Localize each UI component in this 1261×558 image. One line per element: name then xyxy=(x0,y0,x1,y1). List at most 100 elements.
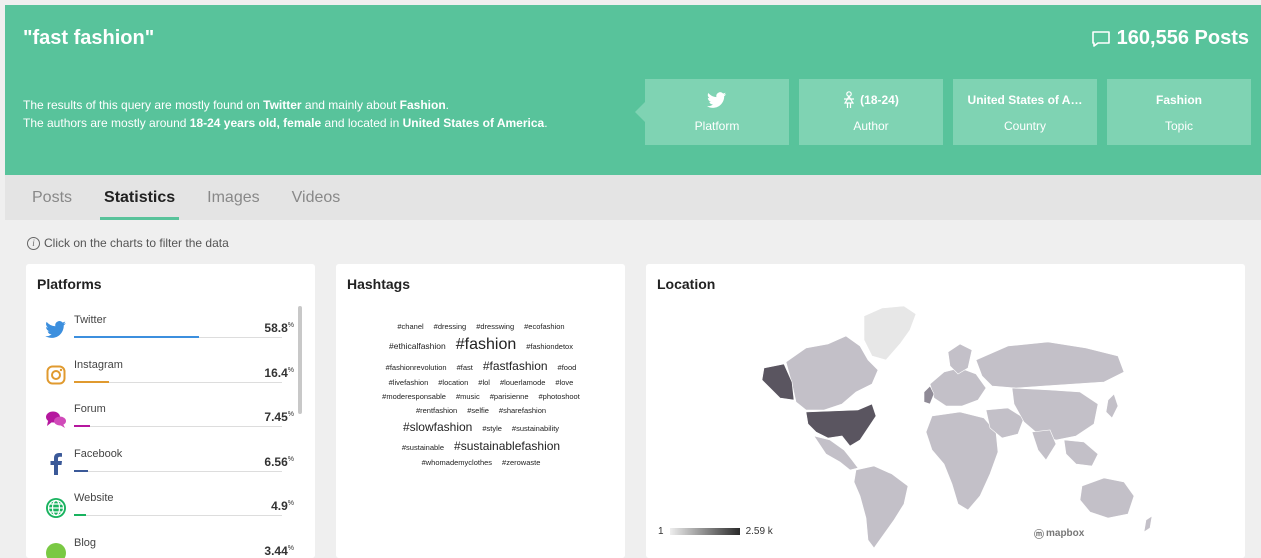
posts-count-text: 160,556 Posts xyxy=(1116,27,1249,49)
hashtag[interactable]: #moderesponsable xyxy=(382,392,446,401)
tab-videos[interactable]: Videos xyxy=(292,175,341,220)
platform-item-twitter[interactable]: Twitter 58.8% xyxy=(44,312,294,357)
platform-bar xyxy=(74,469,88,472)
hashtag[interactable]: #rentfashion xyxy=(416,406,457,415)
filter-hint-text: Click on the charts to filter the data xyxy=(44,236,229,250)
platform-track xyxy=(74,470,282,472)
platform-item-instagram[interactable]: Instagram 16.4% xyxy=(44,357,294,402)
hashtag[interactable]: #fast xyxy=(457,363,473,372)
platform-name: Website xyxy=(74,492,114,504)
filter-hint: i Click on the charts to filter the data xyxy=(27,236,229,250)
hashtag[interactable]: #location xyxy=(438,378,468,387)
hashtag[interactable]: #selfie xyxy=(467,406,489,415)
platform-value: 58.8% xyxy=(264,321,294,335)
platform-bar xyxy=(74,514,86,516)
hashtag[interactable]: #lol xyxy=(478,378,490,387)
topic-card[interactable]: Fashion Topic xyxy=(1107,79,1251,145)
hashtag[interactable]: #food xyxy=(558,363,577,372)
hashtag[interactable]: #sharefashion xyxy=(499,406,546,415)
platform-card-label: Platform xyxy=(694,119,740,133)
hashtag[interactable]: #slowfashion xyxy=(403,420,472,434)
hashtag[interactable]: #sustainability xyxy=(512,424,559,433)
hashtag-row: #moderesponsable #music #parisienne #photos… xyxy=(346,392,616,401)
hashtag-row: #fashionrevolution #fast #fastfashion #food xyxy=(346,359,616,373)
platform-item-facebook[interactable]: Facebook 6.56% xyxy=(44,446,294,491)
hashtag[interactable]: #chanel xyxy=(397,322,423,331)
hashtag-row: #rentfashion #selfie #sharefashion xyxy=(346,406,616,415)
query-summary: The results of this query are mostly fou… xyxy=(23,96,548,132)
platform-bar xyxy=(74,425,90,427)
platform-value: 3.44% xyxy=(264,543,294,558)
hashtag[interactable]: #sustainablefashion xyxy=(454,439,560,453)
map-region-canada xyxy=(785,335,879,411)
hashtag[interactable]: #fashionrevolution xyxy=(386,363,447,372)
platform-value: 16.4% xyxy=(264,365,294,380)
world-map[interactable] xyxy=(646,264,1245,558)
hashtag[interactable]: #fastfashion xyxy=(483,359,548,373)
platform-bar xyxy=(74,336,199,338)
hashtag[interactable]: #dressing xyxy=(434,322,467,331)
comment-icon xyxy=(1091,30,1110,47)
platform-track xyxy=(74,515,282,516)
hashtag[interactable]: #style xyxy=(482,424,502,433)
legend-max: 2.59 k xyxy=(745,526,773,537)
topic-card-value: Fashion xyxy=(1155,93,1202,107)
hashtag-row: #slowfashion #style #sustainability xyxy=(346,420,616,434)
map-region-africa xyxy=(925,411,999,511)
hashtag[interactable]: #zerowaste xyxy=(502,458,540,467)
summary-cards: Platform (18-24) Author United States of… xyxy=(645,79,1251,145)
tab-images[interactable]: Images xyxy=(207,175,259,220)
platform-card[interactable]: Platform xyxy=(645,79,789,145)
map-region-australia xyxy=(1079,477,1135,519)
mapbox-text: mapbox xyxy=(1046,528,1085,539)
platform-value: 7.45% xyxy=(264,410,294,424)
map-region-asia xyxy=(1011,387,1099,441)
hashtag[interactable]: #louerlamode xyxy=(500,378,545,387)
platforms-list: Twitter 58.8% Instagram 16.4% Forum 7.45… xyxy=(44,312,294,558)
hashtag[interactable]: #parisienne xyxy=(490,392,529,401)
hashtags-panel: Hashtags #chanel #dressing #dresswing #ecof… xyxy=(336,264,625,558)
mapbox-attribution[interactable]: ⓜ mapbox xyxy=(1034,526,1084,541)
platform-track xyxy=(74,426,282,427)
location-panel: Location 1 2.59 k ⓜ mapbox xyxy=(646,264,1245,558)
hashtag[interactable]: #ecofashion xyxy=(524,322,564,331)
map-region-japan xyxy=(1105,393,1119,419)
hashtag[interactable]: #sustainable xyxy=(402,443,444,452)
hashtag[interactable]: #dresswing xyxy=(476,322,514,331)
twitter-icon xyxy=(44,318,68,342)
map-region-new-zealand xyxy=(1143,515,1153,533)
hashtag[interactable]: #music xyxy=(456,392,480,401)
card-pointer xyxy=(635,102,645,122)
tab-posts[interactable]: Posts xyxy=(32,175,72,220)
platform-bar xyxy=(74,380,109,383)
platforms-panel: Platforms Twitter 58.8% Instagram 16.4% … xyxy=(26,264,315,558)
legend-gradient xyxy=(669,528,740,535)
view-tabs: Posts Statistics Images Videos xyxy=(5,175,1261,220)
hashtag[interactable]: #photoshoot xyxy=(539,392,580,401)
platform-item-forum[interactable]: Forum 7.45% xyxy=(44,401,294,446)
platform-name: Forum xyxy=(74,403,106,415)
hashtag[interactable]: #fashiondetox xyxy=(526,342,573,351)
hashtag[interactable]: #whomademyclothes xyxy=(422,458,492,467)
platform-name: Instagram xyxy=(74,358,123,371)
hashtag[interactable]: #fashion xyxy=(456,336,517,354)
hashtag[interactable]: #ethicalfashion xyxy=(389,341,446,351)
platforms-scrollbar[interactable] xyxy=(298,306,302,414)
tab-statistics[interactable]: Statistics xyxy=(100,175,180,220)
query-header: "fast fashion" 160,556 Posts The results… xyxy=(5,5,1261,175)
instagram-icon xyxy=(44,363,68,387)
hashtag-row: #sustainable #sustainablefashion xyxy=(346,439,616,453)
platform-name: Twitter xyxy=(74,314,107,326)
posts-count: 160,556 Posts xyxy=(1091,27,1249,50)
hashtag[interactable]: #livefashion xyxy=(389,378,429,387)
map-region-greenland xyxy=(863,305,917,361)
platform-item-website[interactable]: Website 4.9% xyxy=(44,490,294,535)
platform-item-blog[interactable]: Blog 3.44% xyxy=(44,535,294,558)
country-card[interactable]: United States of A… Country xyxy=(953,79,1097,145)
author-card[interactable]: (18-24) Author xyxy=(799,79,943,145)
hashtag[interactable]: #love xyxy=(555,378,573,387)
platform-value: 6.56% xyxy=(264,454,294,469)
female-icon xyxy=(844,91,855,108)
map-region-southeast-asia xyxy=(1063,439,1099,467)
author-card-label: Author xyxy=(853,119,889,133)
